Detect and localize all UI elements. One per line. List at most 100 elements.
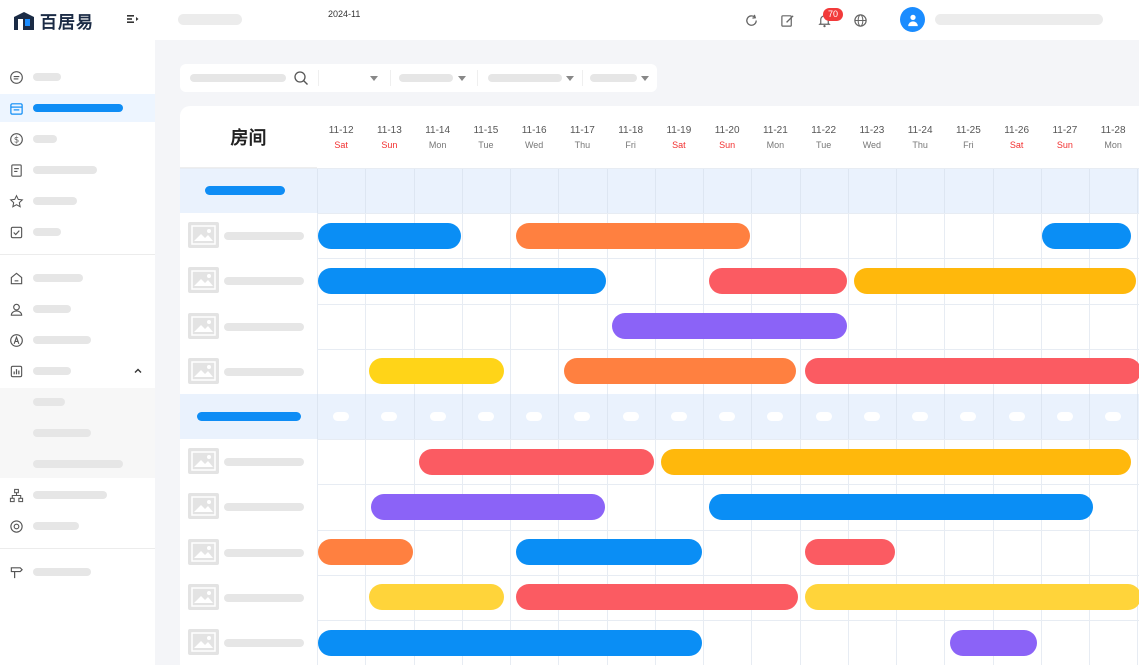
booking-bar[interactable]	[515, 584, 799, 611]
sidebar-item-guests[interactable]	[0, 295, 155, 323]
booking-bar[interactable]	[805, 539, 895, 566]
availability-dot	[719, 412, 736, 422]
room-row-header[interactable]	[180, 529, 317, 575]
submenu-item-placeholder[interactable]	[33, 429, 91, 437]
grid-column-line	[654, 394, 656, 440]
booking-bar[interactable]	[708, 494, 1093, 520]
booking-bar[interactable]	[612, 313, 847, 340]
sidebar-divider	[0, 548, 155, 549]
search-icon[interactable]	[293, 70, 309, 86]
booking-bar[interactable]	[318, 268, 606, 294]
bar-chart-icon	[9, 364, 24, 379]
month-dropdown-caret[interactable]	[370, 76, 378, 81]
day-header[interactable]: 11-22 Tue	[800, 124, 848, 152]
submenu-item-placeholder[interactable]	[33, 398, 65, 406]
filter-dropdown-2[interactable]	[488, 74, 562, 82]
booking-bar[interactable]	[318, 539, 413, 566]
room-group-row[interactable]	[180, 394, 1139, 440]
sidebar-submenu	[0, 388, 155, 478]
day-header[interactable]: 11-23 Wed	[848, 124, 896, 152]
day-header[interactable]: 11-24 Thu	[896, 124, 944, 152]
availability-dot	[1008, 412, 1025, 422]
grid-row-line	[180, 168, 1139, 169]
booking-bar[interactable]	[368, 584, 505, 611]
sidebar-item-organization[interactable]	[0, 481, 155, 509]
day-header[interactable]: 11-12 Sat	[317, 124, 365, 152]
room-row-header[interactable]	[180, 348, 317, 394]
availability-dot	[863, 412, 880, 422]
refresh-icon[interactable]	[742, 11, 760, 29]
sidebar-item-reviews[interactable]	[0, 187, 155, 215]
chevron-down-icon[interactable]	[641, 76, 649, 81]
sidebar-item-apps[interactable]	[0, 326, 155, 354]
chevron-down-icon[interactable]	[458, 76, 466, 81]
day-header[interactable]: 11-26 Sat	[993, 124, 1041, 152]
room-row-header[interactable]	[180, 574, 317, 620]
day-header[interactable]: 11-13 Sun	[365, 124, 413, 152]
room-row-header[interactable]	[180, 484, 317, 530]
booking-bar[interactable]	[515, 539, 702, 566]
room-row-header[interactable]	[180, 213, 317, 259]
filter-dropdown-1[interactable]	[399, 74, 453, 82]
day-header[interactable]: 11-27 Sun	[1041, 124, 1089, 152]
availability-dot	[526, 412, 543, 422]
room-group-row[interactable]	[180, 168, 1139, 214]
day-header[interactable]: 11-15 Tue	[462, 124, 510, 152]
grid-column-line	[510, 394, 511, 440]
submenu-item-placeholder[interactable]	[33, 460, 123, 468]
grid-row-line	[180, 303, 1139, 305]
booking-bar[interactable]	[371, 494, 606, 520]
booking-bar[interactable]	[805, 358, 1139, 385]
globe-icon[interactable]	[851, 11, 869, 29]
sidebar-item-properties[interactable]	[0, 264, 155, 292]
booking-bar[interactable]	[368, 358, 505, 385]
grid-row-line	[180, 529, 1139, 531]
booking-bar[interactable]	[515, 222, 751, 249]
sidebar-item-messages[interactable]	[0, 63, 155, 91]
day-header[interactable]: 11-20 Sun	[703, 124, 751, 152]
sidebar-item-settings[interactable]	[0, 512, 155, 540]
room-row-header[interactable]	[180, 303, 317, 349]
chevron-down-icon[interactable]	[566, 76, 574, 81]
sidebar-item-reports[interactable]	[0, 357, 155, 385]
day-header[interactable]: 11-18 Fri	[607, 124, 655, 152]
app-logo[interactable]: 百居易	[12, 8, 94, 33]
booking-bar[interactable]	[853, 268, 1137, 294]
group-name-placeholder	[197, 412, 301, 422]
month-select[interactable]: 2024-11	[328, 9, 360, 19]
booking-bar[interactable]	[708, 268, 847, 294]
collapse-menu-icon[interactable]	[126, 12, 140, 26]
grid-row-line	[180, 348, 1139, 350]
user-avatar[interactable]	[900, 7, 925, 32]
edit-icon[interactable]	[778, 11, 796, 29]
sidebar-item-tasks[interactable]	[0, 218, 155, 246]
sidebar-item-documents[interactable]	[0, 156, 155, 184]
search-input[interactable]	[190, 74, 286, 82]
day-header[interactable]: 11-16 Wed	[510, 124, 558, 152]
day-header[interactable]: 11-25 Fri	[944, 124, 992, 152]
day-header[interactable]: 11-17 Thu	[558, 124, 606, 152]
booking-bar[interactable]	[660, 448, 1132, 475]
booking-bar[interactable]	[564, 358, 797, 385]
room-row-header[interactable]	[180, 258, 317, 304]
booking-bar[interactable]	[950, 629, 1038, 656]
booking-bar[interactable]	[805, 584, 1139, 611]
filter-dropdown-3[interactable]	[590, 74, 637, 82]
availability-dot	[333, 412, 350, 422]
sidebar-item-calendar[interactable]	[0, 94, 155, 122]
booking-bar[interactable]	[318, 629, 702, 656]
chevron-up-icon[interactable]	[133, 366, 143, 376]
booking-bar[interactable]	[318, 222, 461, 249]
booking-bar[interactable]	[419, 448, 654, 475]
room-row-header[interactable]	[180, 620, 317, 665]
room-row-header[interactable]	[180, 439, 317, 485]
availability-dot	[1056, 412, 1073, 422]
day-header[interactable]: 11-28 Mon	[1089, 124, 1137, 152]
day-header[interactable]: 11-14 Mon	[414, 124, 462, 152]
availability-dot	[622, 412, 639, 422]
day-header[interactable]: 11-19 Sat	[655, 124, 703, 152]
day-header[interactable]: 11-21 Mon	[751, 124, 799, 152]
sidebar-item-guide[interactable]	[0, 558, 155, 586]
sidebar-item-finance[interactable]: $	[0, 125, 155, 153]
booking-bar[interactable]	[1041, 222, 1132, 249]
